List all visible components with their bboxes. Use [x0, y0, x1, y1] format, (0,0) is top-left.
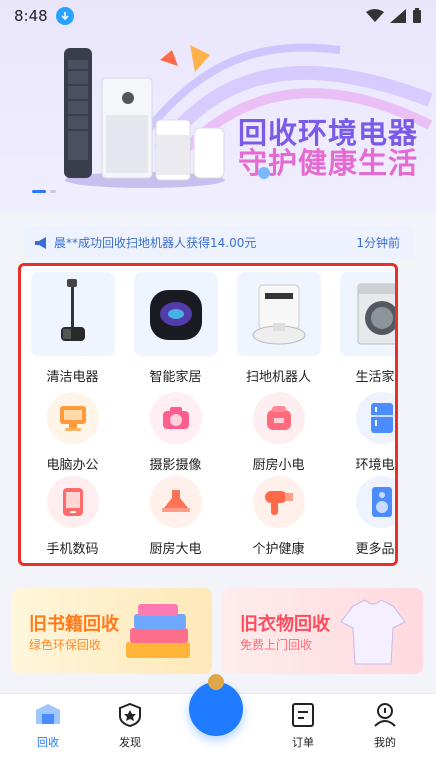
- pagination-dot[interactable]: [50, 190, 56, 193]
- category-personal-care[interactable]: 个护健康: [227, 476, 330, 557]
- category-label: 环境电器: [355, 458, 395, 473]
- banner-pagination[interactable]: [32, 190, 56, 193]
- category-label: 智能家居: [149, 370, 202, 385]
- download-icon: [55, 7, 74, 25]
- category-smart-home[interactable]: 智能家居: [124, 272, 227, 385]
- tab-recycle[interactable]: 回收: [18, 702, 78, 750]
- category-environment[interactable]: 环境电器: [330, 392, 395, 473]
- category-label: 厨房大电: [149, 542, 202, 557]
- banner-appliances-illustration: [64, 45, 225, 188]
- promo-clothes-title: 旧衣物回收: [240, 614, 330, 635]
- category-kitchen-small[interactable]: 厨房小电: [227, 392, 330, 473]
- phone-icon: [46, 476, 99, 528]
- category-row-3: 手机数码 厨房大电 个护健康 更多品类: [21, 476, 395, 557]
- category-kitchen-large[interactable]: 厨房大电: [124, 476, 227, 557]
- megaphone-icon: [35, 236, 46, 249]
- recycle-icon: [36, 704, 60, 724]
- tab-label: 订单: [292, 736, 314, 749]
- order-icon: [292, 703, 314, 727]
- speaker-icon: [355, 476, 395, 528]
- status-bar: 8:48: [0, 0, 436, 32]
- category-robot-vacuum[interactable]: 扫地机器人: [227, 272, 330, 385]
- hair-dryer-icon: [252, 476, 305, 528]
- notice-message: 晨**成功回收扫地机器人获得14.00元: [54, 236, 257, 250]
- profile-icon: [374, 703, 396, 727]
- promo-clothes[interactable]: 旧衣物回收 免费上门回收: [222, 588, 423, 674]
- tab-label: 回收: [37, 736, 59, 749]
- category-more[interactable]: 更多品类: [330, 476, 395, 557]
- category-label: 电脑办公: [46, 458, 99, 473]
- promo-clothes-subtitle: 免费上门回收: [240, 638, 313, 652]
- category-computer-office[interactable]: 电脑办公: [21, 392, 124, 473]
- shirt-icon: [340, 599, 406, 665]
- category-label: 摄影摄像: [149, 458, 202, 473]
- vacuum-icon: [30, 272, 115, 356]
- center-action-button[interactable]: [189, 674, 243, 736]
- category-grid: 清洁电器 智能家居 扫地机器人 生活家电 电脑办公: [18, 263, 398, 566]
- category-phone-digital[interactable]: 手机数码: [21, 476, 124, 557]
- category-row-featured: 清洁电器 智能家居 扫地机器人 生活家电: [21, 272, 395, 385]
- promo-books-subtitle: 绿色环保回收: [29, 638, 102, 652]
- robot-vacuum-icon: [236, 272, 321, 356]
- computer-icon: [46, 392, 99, 444]
- signal-icon: [390, 9, 406, 23]
- category-home-appliance[interactable]: 生活家电: [330, 272, 395, 385]
- books-icon: [126, 604, 190, 658]
- badge-icon: [119, 702, 141, 728]
- fridge-icon: [355, 392, 395, 444]
- recycle-notice-bar[interactable]: 晨**成功回收扫地机器人获得14.00元 1分钟前: [24, 226, 414, 259]
- promo-books-title: 旧书籍回收: [29, 614, 119, 635]
- category-cleaning[interactable]: 清洁电器: [21, 272, 124, 385]
- tab-orders[interactable]: 订单: [273, 702, 333, 750]
- battery-icon: [413, 8, 421, 23]
- rice-cooker-icon: [252, 392, 305, 444]
- category-label: 扫地机器人: [245, 370, 311, 385]
- banner-bubble: [258, 167, 270, 179]
- category-label: 厨房小电: [252, 458, 305, 473]
- category-label: 生活家电: [355, 370, 395, 385]
- range-hood-icon: [149, 476, 202, 528]
- tab-label: 发现: [119, 736, 141, 749]
- category-label: 清洁电器: [46, 370, 99, 385]
- tab-label: 我的: [374, 736, 396, 749]
- camera-icon: [149, 392, 202, 444]
- pagination-dot-active[interactable]: [32, 190, 46, 193]
- wifi-icon: [366, 9, 384, 22]
- category-photography[interactable]: 摄影摄像: [124, 392, 227, 473]
- status-time: 8:48: [14, 7, 48, 25]
- category-label: 更多品类: [355, 542, 395, 557]
- category-label: 个护健康: [252, 542, 305, 557]
- category-row-2: 电脑办公 摄影摄像 厨房小电 环境电器: [21, 392, 395, 473]
- tab-profile[interactable]: 我的: [355, 702, 415, 750]
- notice-time: 1分钟前: [356, 236, 400, 250]
- smart-speaker-icon: [133, 272, 218, 356]
- category-label: 手机数码: [46, 542, 99, 557]
- coin-icon: [208, 674, 224, 690]
- washing-machine-icon: [339, 272, 395, 356]
- promo-books[interactable]: 旧书籍回收 绿色环保回收: [11, 588, 212, 674]
- tab-discover[interactable]: 发现: [100, 702, 160, 750]
